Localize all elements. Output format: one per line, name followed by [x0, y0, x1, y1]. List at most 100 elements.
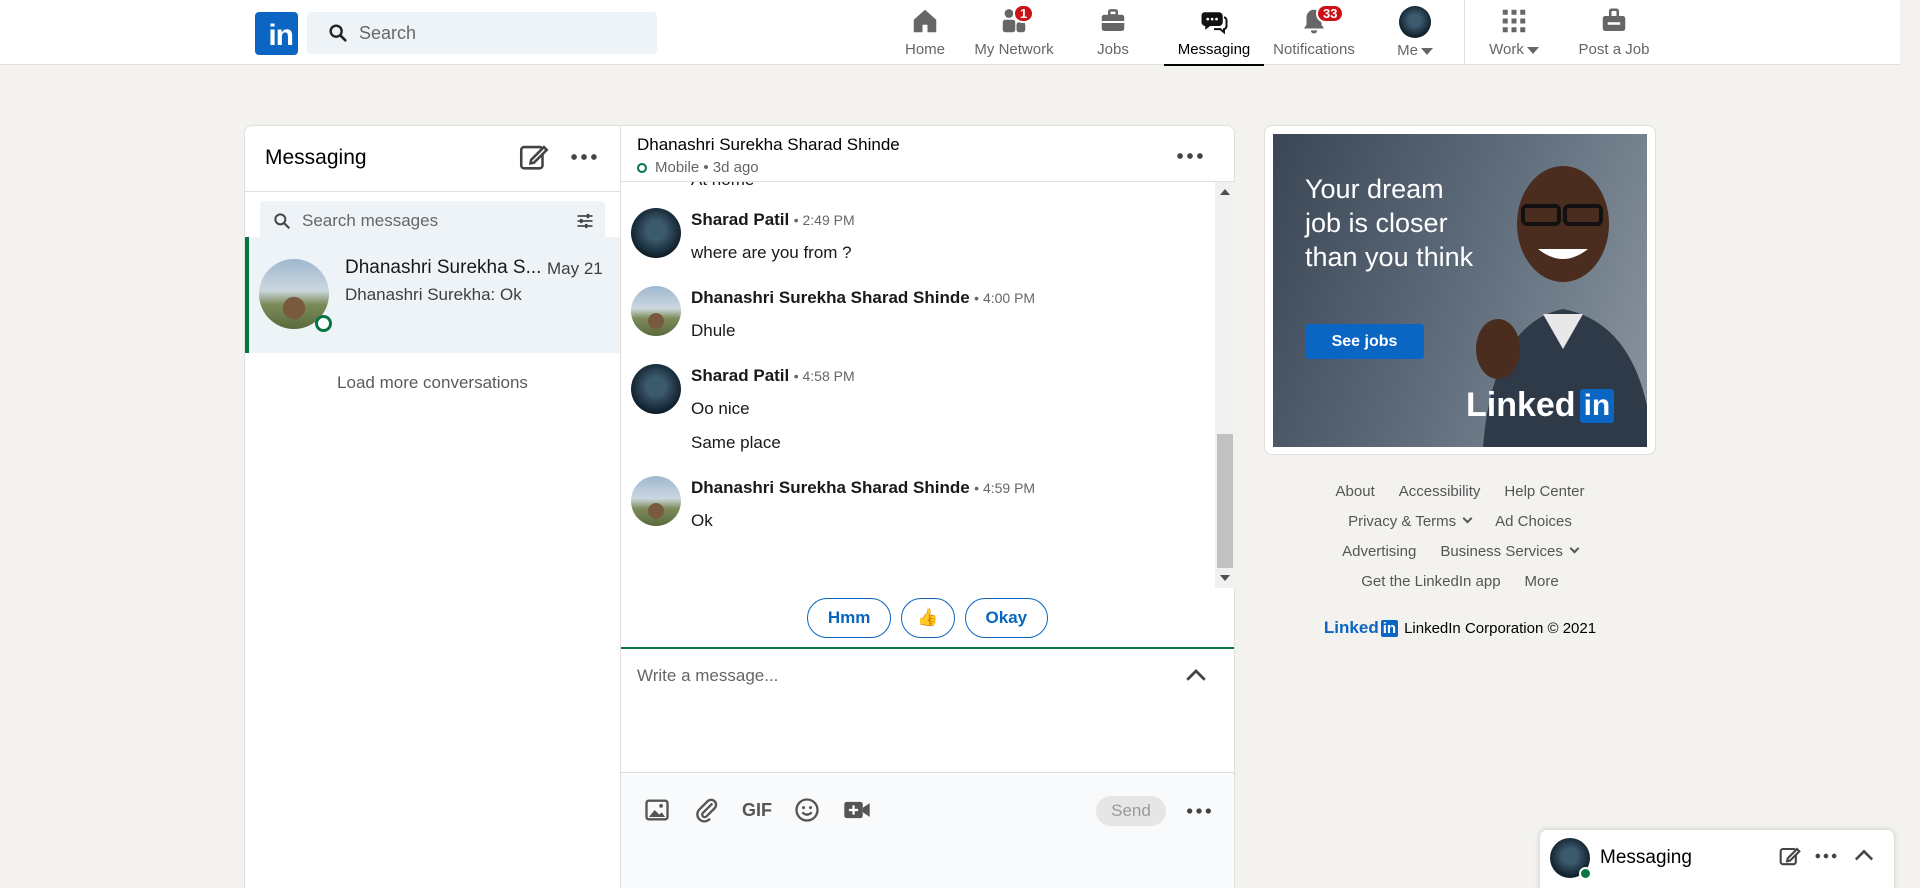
thread-status: Mobile • 3d ago [637, 159, 759, 176]
linkedin-logo: Linked in [1466, 386, 1615, 425]
compose-divider [621, 647, 1234, 649]
compose-toolbar: GIF Send [621, 773, 1234, 888]
nav-me[interactable]: Me [1385, 6, 1445, 64]
copyright: Linked in LinkedIn Corporation © 2021 [1264, 608, 1656, 648]
scrollbar-thumb[interactable] [1217, 434, 1233, 568]
quick-reply-hmm[interactable]: Hmm [806, 598, 892, 638]
gif-icon[interactable]: GIF [741, 794, 773, 826]
footer-link-advertising[interactable]: Advertising [1342, 543, 1416, 560]
footer-link-privacy-terms[interactable]: Privacy & Terms [1348, 513, 1473, 530]
nav-post-a-job[interactable]: Post a Job [1576, 6, 1652, 64]
conversation-date: May 21 [547, 259, 603, 278]
messaging-dock[interactable]: Messaging [1539, 829, 1895, 888]
nav-home[interactable]: Home [893, 6, 957, 64]
sender-name[interactable]: Sharad Patil [691, 210, 789, 229]
dock-title: Messaging [1600, 847, 1692, 868]
chevron-up-icon[interactable] [1181, 661, 1211, 691]
nav-me-label: Me [1397, 42, 1418, 59]
sender-name[interactable]: Sharad Patil [691, 366, 789, 385]
search-messages-input[interactable]: Search messages [260, 201, 605, 241]
more-options-icon[interactable] [1812, 842, 1840, 870]
message-group: Sharad Patil • 4:58 PM Oo nice Same plac… [631, 364, 1211, 464]
compose-icon[interactable] [1776, 842, 1804, 870]
message-text: where are you from ? [691, 243, 852, 262]
message-time: • 4:58 PM [793, 368, 855, 384]
ad-headline: Your dream job is closer than you think [1305, 174, 1474, 272]
footer-link-business-services[interactable]: Business Services [1440, 543, 1580, 560]
ad-banner[interactable]: Your dream job is closer than you think … [1273, 134, 1647, 447]
message-time: • 2:49 PM [793, 212, 855, 228]
search-messages-placeholder: Search messages [302, 211, 439, 230]
sender-name[interactable]: Dhanashri Surekha Sharad Shinde [691, 478, 970, 497]
compose-icon[interactable] [517, 140, 551, 174]
quick-reply-okay[interactable]: Okay [964, 598, 1049, 638]
avatar[interactable] [631, 286, 681, 336]
scroll-down-icon[interactable] [1220, 575, 1230, 581]
search-icon [274, 213, 290, 229]
more-options-icon[interactable] [1183, 795, 1215, 827]
chevron-down-icon [1462, 513, 1473, 523]
briefcase-icon [1101, 9, 1125, 31]
footer-logo-text: Linked [1323, 618, 1379, 637]
nav-jobs[interactable]: Jobs [1082, 6, 1144, 64]
more-options-icon[interactable] [567, 140, 601, 174]
footer-link-ad-choices[interactable]: Ad Choices [1495, 513, 1572, 530]
filter-icon[interactable] [575, 211, 595, 231]
chevron-up-icon[interactable] [1850, 842, 1878, 870]
more-options-icon[interactable] [1173, 139, 1207, 173]
nav-messaging[interactable]: Messaging [1164, 6, 1264, 66]
avatar[interactable] [631, 208, 681, 258]
nav-divider [1464, 0, 1465, 64]
footer: About Accessibility Help Center Privacy … [1264, 476, 1656, 648]
image-icon[interactable] [641, 794, 673, 826]
chevron-down-icon [1420, 47, 1433, 55]
copyright-text: LinkedIn Corporation © 2021 [1404, 619, 1597, 637]
nav-my-network[interactable]: My Network 1 [969, 4, 1059, 64]
post-job-icon [1602, 8, 1626, 31]
avatar[interactable] [631, 364, 681, 414]
nav-notifications[interactable]: Notifications 33 [1270, 4, 1358, 64]
footer-link-accessibility[interactable]: Accessibility [1399, 483, 1481, 500]
conversation-list-panel: Messaging Search messages Dhanashri Sure… [244, 125, 621, 888]
footer-link-more[interactable]: More [1525, 573, 1559, 590]
conversation-item[interactable]: Dhanashri Surekha S... May 21 Dhanashri … [245, 237, 620, 353]
avatar [1399, 6, 1431, 38]
message-group: Dhanashri Surekha Sharad Shinde • 4:59 P… [631, 476, 1211, 546]
online-status-icon [1579, 867, 1592, 880]
online-status-icon [637, 162, 647, 173]
divider [245, 191, 620, 192]
message-text: Same place [691, 433, 781, 452]
footer-link-help-center[interactable]: Help Center [1504, 483, 1584, 500]
grid-icon [1502, 9, 1526, 33]
ad-logo-in: in [1579, 388, 1615, 423]
top-nav-bar: in Search Home My Network 1 Jobs Messagi… [0, 0, 1900, 66]
see-jobs-button[interactable]: See jobs [1305, 324, 1424, 359]
nav-work[interactable]: Work [1478, 6, 1550, 64]
message-text: Ok [691, 511, 713, 530]
send-button[interactable]: Send [1096, 796, 1166, 826]
message-compose-input[interactable]: Write a message... [637, 666, 778, 686]
footer-link-get-app[interactable]: Get the LinkedIn app [1361, 573, 1500, 590]
emoji-icon[interactable] [791, 794, 823, 826]
conversation-preview: Dhanashri Surekha: Ok [345, 285, 522, 304]
message-time: • 4:59 PM [974, 480, 1036, 496]
thread-participant-name[interactable]: Dhanashri Surekha Sharad Shinde [637, 135, 900, 155]
avatar[interactable] [631, 476, 681, 526]
quick-reply-thumbs-up[interactable]: 👍 [901, 598, 955, 638]
nav-work-label: Work [1489, 41, 1524, 58]
nav-post-a-job-label: Post a Job [1578, 41, 1650, 58]
scroll-up-icon[interactable] [1220, 189, 1230, 195]
linkedin-logo[interactable]: in [255, 12, 298, 55]
nav-jobs-label: Jobs [1097, 41, 1129, 58]
footer-link-about[interactable]: About [1336, 483, 1375, 500]
message-text: Dhule [691, 321, 736, 340]
global-search-input[interactable]: Search [307, 12, 657, 54]
sender-name[interactable]: Dhanashri Surekha Sharad Shinde [691, 288, 970, 307]
online-status-icon [315, 315, 332, 332]
attachment-icon[interactable] [691, 794, 723, 826]
video-meeting-icon[interactable] [841, 794, 873, 826]
load-more-conversations-button[interactable]: Load more conversations [245, 373, 620, 393]
notifications-badge: 33 [1316, 4, 1345, 23]
message-list-scrollbar[interactable] [1215, 182, 1235, 588]
nav-home-label: Home [904, 41, 945, 58]
